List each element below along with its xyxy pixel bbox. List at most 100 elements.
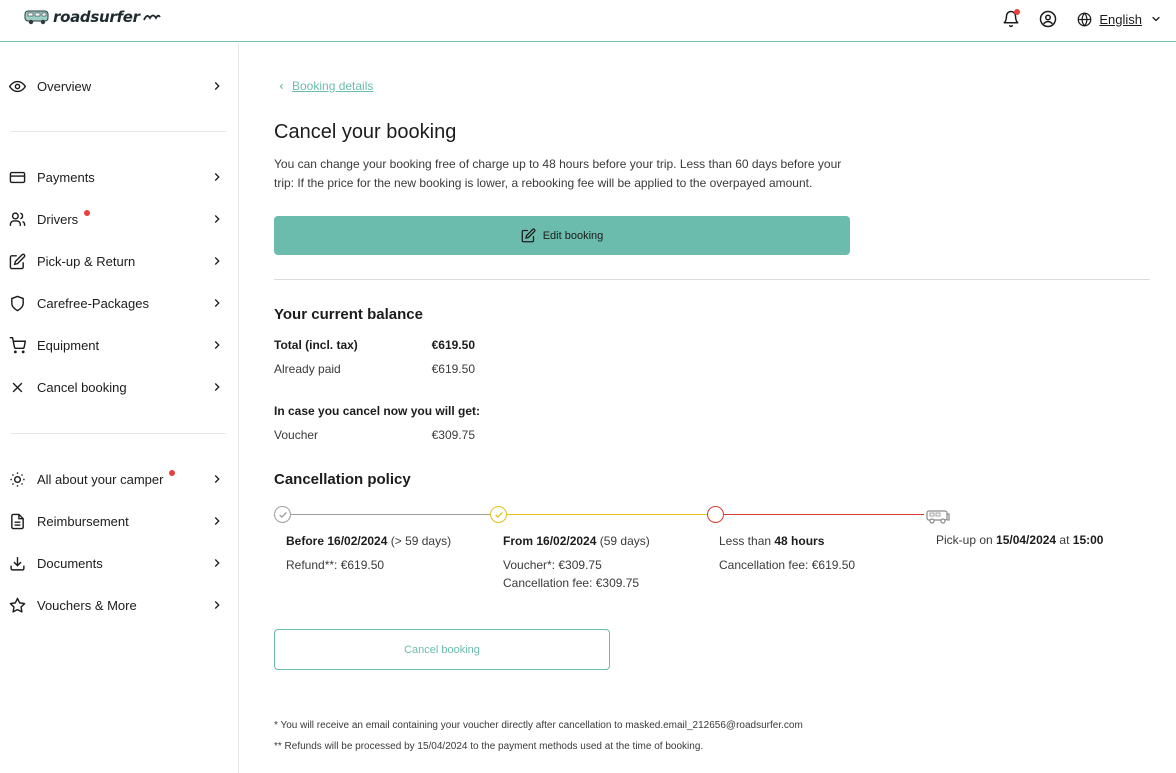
sidebar-item-equipment[interactable]: Equipment — [0, 329, 236, 361]
total-value: €619.50 — [431, 338, 475, 352]
check-icon — [278, 511, 287, 518]
stage-pickup: Pick-up on 15/04/2024 at 15:00 — [936, 531, 1103, 549]
brand-name: roadsurfer — [53, 8, 140, 26]
globe-icon — [1077, 11, 1092, 27]
edit-booking-label: Edit booking — [542, 229, 604, 242]
stage-from-prefix: From — [503, 534, 537, 548]
stage-from-voucher: Voucher*: €309.75 — [503, 558, 602, 572]
cancel-booking-button[interactable]: Cancel booking — [274, 629, 610, 670]
sidebar-item-label: Pick-up & Return — [37, 253, 136, 269]
chevron-left-icon — [279, 83, 284, 89]
sidebar-item-label: Cancel booking — [37, 379, 127, 395]
sidebar-item-label: Reimbursement — [37, 513, 129, 529]
stage-late-prefix: Less than — [719, 534, 775, 548]
account-button[interactable] — [1037, 8, 1059, 30]
edit-icon — [8, 252, 26, 270]
stage-late-date-line: Less than 48 hours — [719, 532, 855, 550]
timeline-node-current — [490, 506, 507, 523]
language-selector[interactable] — [1073, 8, 1095, 30]
receipt-icon — [8, 512, 26, 530]
sidebar-item-label: All about your camper — [37, 471, 164, 487]
cancel-refund-heading: In case you cancel now you will get: — [274, 404, 481, 418]
sidebar-item-label: Equipment — [37, 337, 100, 353]
timeline-segment-current — [507, 514, 707, 515]
stage-before-days: (> 59 days) — [387, 534, 452, 548]
sidebar-item-cancel-booking[interactable]: Cancel booking — [0, 371, 236, 403]
stage-from-date: 16/02/2024 — [536, 534, 597, 548]
stage-from-date-line: From 16/02/2024 (59 days) — [503, 532, 650, 550]
chevron-right-icon — [214, 601, 220, 609]
close-icon — [8, 378, 26, 396]
users-icon — [8, 210, 26, 228]
eye-icon — [8, 77, 26, 95]
back-link[interactable]: Booking details — [277, 79, 373, 93]
sidebar-item-carefree-packages[interactable]: Carefree-Packages — [0, 287, 236, 319]
total-label: Total (incl. tax) — [274, 338, 358, 352]
stage-from: From 16/02/2024 (59 days) Voucher*: €309… — [503, 532, 650, 592]
stage-late-hours: 48 hours — [774, 534, 825, 548]
sidebar-item-about-camper[interactable]: All about your camper — [0, 463, 236, 495]
edit-booking-button[interactable]: Edit booking — [274, 216, 850, 255]
language-label[interactable]: English — [1099, 12, 1142, 27]
header-actions: English — [1000, 8, 1162, 30]
sidebar-item-documents[interactable]: Documents — [0, 547, 236, 579]
chevron-right-icon — [214, 517, 220, 525]
stage-pickup-time: 15:00 — [1072, 533, 1104, 547]
stage-before-date-line: Before 16/02/2024 (> 59 days) — [286, 532, 451, 550]
notifications-button[interactable] — [1000, 8, 1022, 30]
stage-pickup-line: Pick-up on 15/04/2024 at 15:00 — [936, 531, 1103, 549]
timeline-node-past — [274, 506, 291, 523]
user-circle-icon — [1040, 10, 1057, 28]
chevron-down-icon[interactable] — [1150, 13, 1162, 25]
paid-label: Already paid — [274, 362, 341, 376]
footnote-voucher: * You will receive an email containing y… — [274, 720, 803, 731]
stage-pickup-prefix: Pick-up on — [936, 533, 997, 547]
sidebar: Overview Payments Drivers Pick-up & Retu… — [0, 43, 239, 773]
chevron-right-icon — [214, 215, 220, 223]
sidebar-divider — [10, 433, 226, 434]
sidebar-item-reimbursement[interactable]: Reimbursement — [0, 505, 236, 537]
sidebar-item-pickup-return[interactable]: Pick-up & Return — [0, 245, 236, 277]
alert-dot — [84, 209, 91, 216]
paid-value: €619.50 — [431, 362, 475, 376]
chevron-right-icon — [214, 257, 220, 265]
page-title: Cancel your booking — [274, 121, 457, 143]
sidebar-item-label-wrap: All about your camper — [37, 469, 176, 487]
sidebar-item-label: Payments — [37, 169, 95, 185]
edit-icon — [521, 228, 536, 243]
stage-pickup-at: at — [1056, 533, 1073, 547]
stage-from-fee: Cancellation fee: €309.75 — [503, 576, 640, 590]
camper-van-icon — [24, 10, 49, 25]
voucher-label: Voucher — [274, 428, 319, 442]
stage-late-fee: Cancellation fee: €619.50 — [719, 558, 856, 572]
chevron-right-icon — [214, 173, 220, 181]
brand-logo[interactable]: roadsurfer — [24, 8, 161, 26]
camper-van-icon — [926, 510, 950, 524]
sidebar-item-vouchers[interactable]: Vouchers & More — [0, 589, 236, 621]
stage-from-days: (59 days) — [596, 534, 650, 548]
chevron-right-icon — [214, 559, 220, 567]
voucher-value: €309.75 — [431, 428, 475, 442]
timeline-segment-late — [724, 514, 924, 515]
chevron-right-icon — [214, 383, 220, 391]
footnote-refund: ** Refunds will be processed by 15/04/20… — [274, 741, 704, 752]
credit-card-icon — [8, 168, 26, 186]
chevron-right-icon — [214, 475, 220, 483]
sidebar-item-label: Documents — [37, 555, 103, 571]
balance-heading: Your current balance — [274, 306, 423, 323]
sidebar-item-overview[interactable]: Overview — [0, 70, 236, 102]
stage-before: Before 16/02/2024 (> 59 days) Refund**: … — [286, 532, 451, 574]
timeline-segment-past — [290, 514, 499, 515]
sidebar-item-label: Vouchers & More — [37, 597, 137, 613]
star-icon — [8, 596, 26, 614]
sidebar-item-payments[interactable]: Payments — [0, 161, 236, 193]
bulb-icon — [8, 470, 26, 488]
sidebar-item-label-wrap: Drivers — [37, 209, 91, 227]
top-header: roadsurfer English — [0, 0, 1176, 42]
cart-icon — [8, 336, 26, 354]
policy-heading: Cancellation policy — [274, 471, 411, 488]
sidebar-item-drivers[interactable]: Drivers — [0, 203, 236, 235]
intro-text: You can change your booking free of char… — [274, 157, 842, 190]
stage-late: Less than 48 hours Cancellation fee: €61… — [719, 532, 855, 574]
stage-before-date: 16/02/2024 — [327, 534, 388, 548]
